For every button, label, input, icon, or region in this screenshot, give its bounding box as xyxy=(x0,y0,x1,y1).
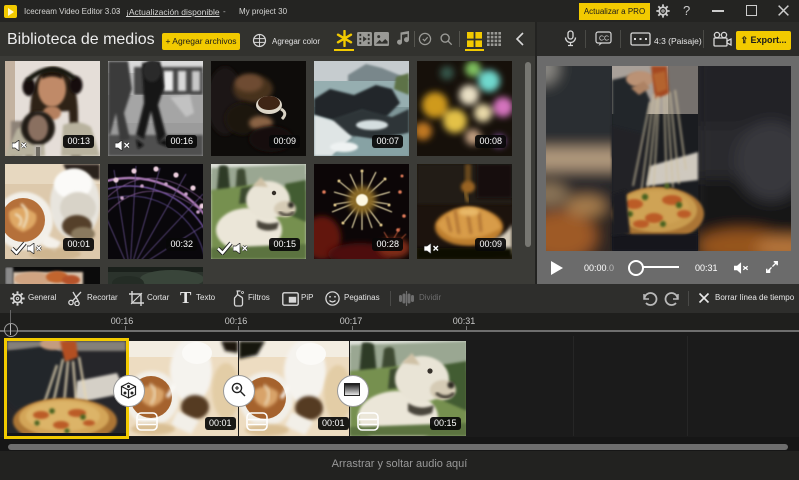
svg-text:CC: CC xyxy=(599,36,609,43)
